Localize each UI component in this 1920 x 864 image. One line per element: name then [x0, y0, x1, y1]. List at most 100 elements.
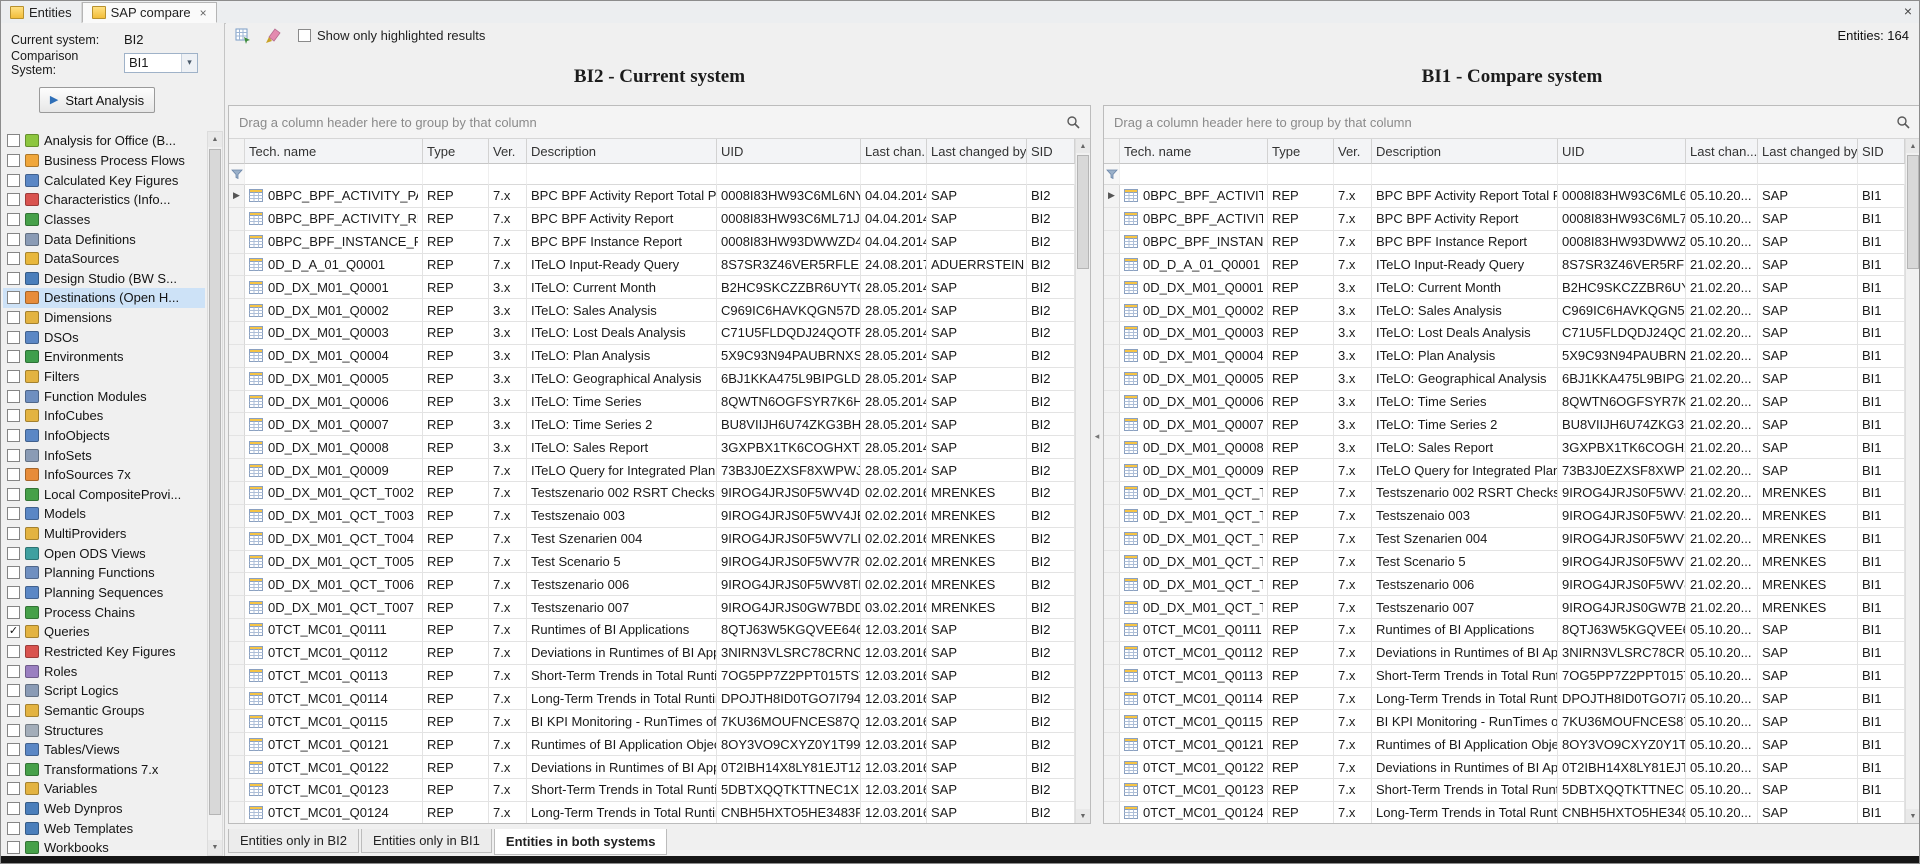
export-grid-icon[interactable] — [234, 27, 252, 44]
checkbox-icon[interactable] — [7, 684, 20, 697]
table-row[interactable]: 0D_DX_M01_Q0003REP3.xITeLO: Lost Deals A… — [229, 322, 1075, 345]
sidebar-item-web-templates[interactable]: Web Templates — [3, 818, 205, 838]
sidebar-scrollbar[interactable]: ▲ ▼ — [207, 131, 223, 856]
table-row[interactable]: 0D_D_A_01_Q0001REP7.xITeLO Input-Ready Q… — [1104, 254, 1905, 277]
sidebar-item-analysis-for-office-b[interactable]: Analysis for Office (B... — [3, 131, 205, 151]
table-row[interactable]: 0TCT_MC01_Q0123REP7.xShort-Term Trends i… — [229, 779, 1075, 802]
filter-cell[interactable] — [1027, 164, 1075, 185]
scrollbar-thumb[interactable] — [1907, 155, 1919, 269]
sidebar-item-models[interactable]: Models — [3, 504, 205, 524]
sidebar-item-infocubes[interactable]: InfoCubes — [3, 406, 205, 426]
column-header-description[interactable]: Description — [1372, 139, 1558, 164]
table-row[interactable]: 0TCT_MC01_Q0124REP7.xLong-Term Trends in… — [1104, 802, 1905, 823]
comparison-system-select[interactable]: BI1 ▾ — [124, 53, 198, 73]
checkbox-icon[interactable] — [7, 311, 20, 324]
panel-splitter[interactable]: ◂ — [1091, 48, 1103, 824]
column-header-type[interactable]: Type — [423, 139, 489, 164]
sidebar-item-variables[interactable]: Variables — [3, 779, 205, 799]
table-row[interactable]: 0D_DX_M01_Q0005REP3.xITeLO: Geographical… — [1104, 368, 1905, 391]
table-row[interactable]: 0D_DX_M01_Q0003REP3.xITeLO: Lost Deals A… — [1104, 322, 1905, 345]
table-row[interactable]: 0D_DX_M01_QCT_T006REP7.xTestszenario 006… — [229, 573, 1075, 596]
checkbox-icon[interactable] — [7, 449, 20, 462]
checkbox-icon[interactable]: ✓ — [7, 625, 20, 638]
checkbox-icon[interactable] — [7, 468, 20, 481]
sidebar-item-semantic-groups[interactable]: Semantic Groups — [3, 701, 205, 721]
sidebar-item-queries[interactable]: ✓Queries — [3, 622, 205, 642]
table-row[interactable]: 0D_DX_M01_Q0008REP3.xITeLO: Sales Report… — [229, 436, 1075, 459]
checkbox-icon[interactable] — [7, 291, 20, 304]
scrollbar-thumb[interactable] — [1077, 155, 1089, 269]
table-row[interactable]: 0D_DX_M01_Q0004REP3.xITeLO: Plan Analysi… — [1104, 345, 1905, 368]
sidebar-item-local-compositeprovi[interactable]: Local CompositeProvi... — [3, 485, 205, 505]
table-row[interactable]: 0BPC_BPF_ACTIVITY_REPREP7.xBPC BPF Activ… — [229, 208, 1075, 231]
table-row[interactable]: 0TCT_MC01_Q0114REP7.xLong-Term Trends in… — [1104, 688, 1905, 711]
table-row[interactable]: 0TCT_MC01_Q0121REP7.xRuntimes of BI Appl… — [229, 733, 1075, 756]
checkbox-icon[interactable] — [7, 350, 20, 363]
sidebar-item-infosources-7x[interactable]: InfoSources 7x — [3, 465, 205, 485]
table-row[interactable]: 0TCT_MC01_Q0113REP7.xShort-Term Trends i… — [1104, 665, 1905, 688]
column-header-type[interactable]: Type — [1268, 139, 1334, 164]
sidebar-item-planning-functions[interactable]: Planning Functions — [3, 563, 205, 583]
table-row[interactable]: ▶0BPC_BPF_ACTIVITY_P...REP7.xBPC BPF Act… — [1104, 185, 1905, 208]
table-row[interactable]: 0D_DX_M01_QCT_T004REP7.xTest Szenarien 0… — [1104, 528, 1905, 551]
column-header-last-changed-by[interactable]: Last changed by — [1758, 139, 1858, 164]
checkbox-icon[interactable] — [7, 802, 20, 815]
search-icon[interactable] — [1066, 115, 1080, 129]
checkbox-icon[interactable] — [7, 409, 20, 422]
table-row[interactable]: 0D_DX_M01_Q0002REP3.xITeLO: Sales Analys… — [229, 299, 1075, 322]
sidebar-item-process-chains[interactable]: Process Chains — [3, 602, 205, 622]
sidebar-item-infosets[interactable]: InfoSets — [3, 445, 205, 465]
table-row[interactable]: 0D_DX_M01_Q0008REP3.xITeLO: Sales Report… — [1104, 436, 1905, 459]
table-row[interactable]: 0D_DX_M01_Q0009REP7.xITeLO Query for Int… — [229, 459, 1075, 482]
checkbox-icon[interactable] — [7, 665, 20, 678]
checkbox-icon[interactable] — [7, 782, 20, 795]
checkbox-icon[interactable] — [7, 527, 20, 540]
filter-cell[interactable] — [1372, 164, 1558, 185]
scroll-down-icon[interactable]: ▼ — [1076, 809, 1090, 823]
filter-cell[interactable] — [717, 164, 861, 185]
checkbox-icon[interactable] — [7, 390, 20, 403]
sidebar-item-roles[interactable]: Roles — [3, 661, 205, 681]
filter-cell[interactable] — [229, 164, 245, 185]
table-row[interactable]: 0TCT_MC01_Q0114REP7.xLong-Term Trends in… — [229, 688, 1075, 711]
scroll-down-icon[interactable]: ▼ — [1906, 809, 1920, 823]
table-row[interactable]: 0D_DX_M01_QCT_T007REP7.xTestszenario 007… — [1104, 596, 1905, 619]
filter-cell[interactable] — [1104, 164, 1120, 185]
column-header-last-chan[interactable]: Last chan... — [861, 139, 927, 164]
checkbox-icon[interactable] — [7, 488, 20, 501]
sidebar-item-restricted-key-figures[interactable]: Restricted Key Figures — [3, 642, 205, 662]
table-row[interactable]: 0TCT_MC01_Q0115REP7.xBI KPI Monitoring -… — [1104, 710, 1905, 733]
checkbox-icon[interactable] — [7, 174, 20, 187]
table-row[interactable]: 0D_DX_M01_Q0001REP3.xITeLO: Current Mont… — [229, 276, 1075, 299]
column-header-ver[interactable]: Ver. — [1334, 139, 1372, 164]
checkbox-icon[interactable] — [7, 213, 20, 226]
checkbox-icon[interactable] — [7, 841, 20, 854]
table-row[interactable]: 0D_DX_M01_Q0007REP3.xITeLO: Time Series … — [1104, 413, 1905, 436]
sidebar-item-calculated-key-figures[interactable]: Calculated Key Figures — [3, 170, 205, 190]
checkbox-icon[interactable] — [7, 586, 20, 599]
table-row[interactable]: 0D_DX_M01_Q0002REP3.xITeLO: Sales Analys… — [1104, 299, 1905, 322]
checkbox-icon[interactable] — [7, 252, 20, 265]
sidebar-item-tables-views[interactable]: Tables/Views — [3, 740, 205, 760]
column-header-last-chan[interactable]: Last chan... — [1686, 139, 1758, 164]
group-by-bar[interactable]: Drag a column header here to group by th… — [1104, 106, 1920, 139]
sidebar-item-structures[interactable]: Structures — [3, 720, 205, 740]
table-row[interactable]: 0TCT_MC01_Q0124REP7.xLong-Term Trends in… — [229, 802, 1075, 823]
table-row[interactable]: 0TCT_MC01_Q0111REP7.xRuntimes of BI Appl… — [1104, 619, 1905, 642]
chevron-down-icon[interactable]: ▾ — [181, 54, 197, 72]
sidebar-item-data-definitions[interactable]: Data Definitions — [3, 229, 205, 249]
grid-scrollbar[interactable]: ▲ ▼ — [1075, 139, 1090, 823]
checkbox-icon[interactable] — [7, 822, 20, 835]
sidebar-item-multiproviders[interactable]: MultiProviders — [3, 524, 205, 544]
sidebar-item-transformations-7-x[interactable]: Transformations 7.x — [3, 760, 205, 780]
sidebar-item-planning-sequences[interactable]: Planning Sequences — [3, 583, 205, 603]
column-header-tech-name[interactable]: Tech. name — [245, 139, 423, 164]
checkbox-icon[interactable] — [7, 743, 20, 756]
table-row[interactable]: 0TCT_MC01_Q0115REP7.xBI KPI Monitoring -… — [229, 710, 1075, 733]
filter-cell[interactable] — [1334, 164, 1372, 185]
table-row[interactable]: 0TCT_MC01_Q0112REP7.xDeviations in Runti… — [1104, 642, 1905, 665]
table-row[interactable]: 0BPC_BPF_INSTANCE_REPREP7.xBPC BPF Insta… — [229, 231, 1075, 254]
sidebar-item-design-studio-bw-s[interactable]: Design Studio (BW S... — [3, 268, 205, 288]
sidebar-item-destinations-open-h[interactable]: Destinations (Open H... — [3, 288, 205, 308]
filter-cell[interactable] — [1858, 164, 1905, 185]
